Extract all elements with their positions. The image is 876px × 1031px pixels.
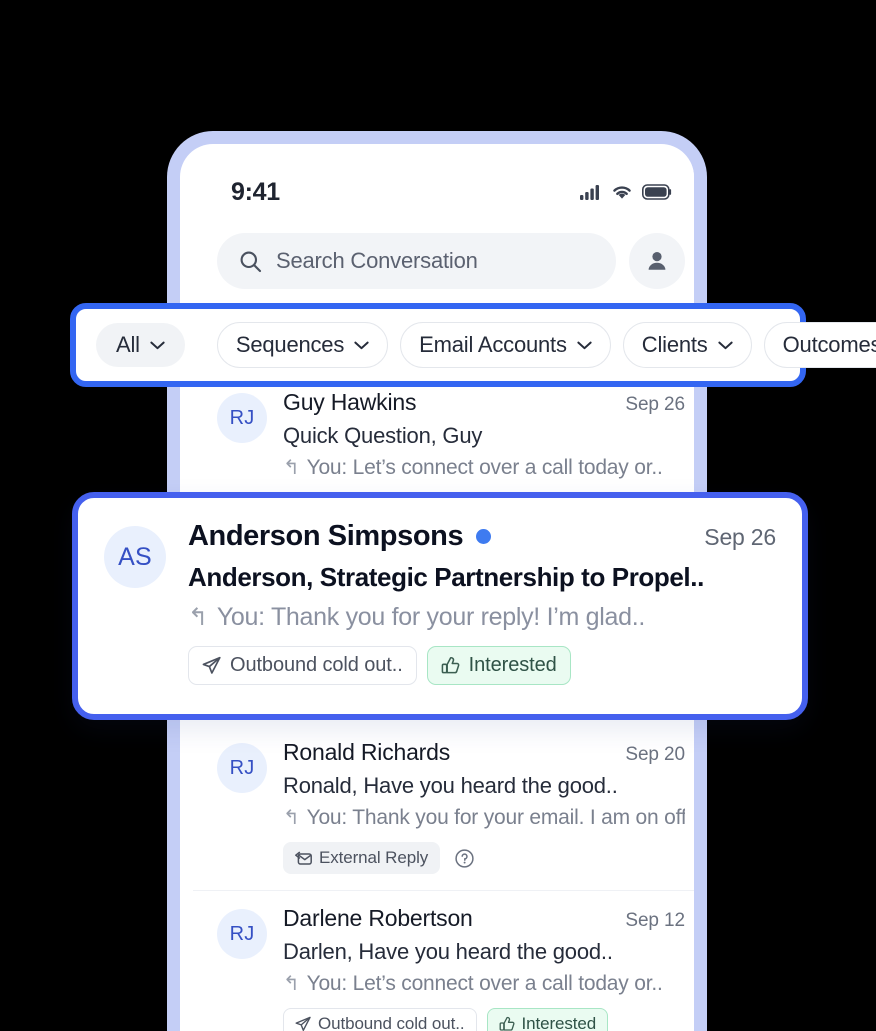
chip-label: Outbound cold out.. <box>318 1014 465 1031</box>
conversation-date: Sep 12 <box>625 910 685 931</box>
mail-reply-icon <box>295 851 312 866</box>
wifi-icon <box>611 184 633 200</box>
conversation-header: Darlene Robertson Sep 12 <box>283 905 685 932</box>
conversation-name-wrapper: Anderson Simpsons <box>188 520 492 553</box>
conversation-chips: Outbound cold out.. Interested <box>188 646 776 685</box>
conversation-preview-text: You: Let’s connect over a call today or.… <box>306 972 663 995</box>
conversation-name: Darlene Robertson <box>283 905 473 931</box>
unread-dot <box>476 529 492 544</box>
conversation-header: Anderson Simpsons Sep 26 <box>188 520 776 553</box>
conversation-preview: ↰ You: Let’s connect over a call today o… <box>283 456 685 480</box>
search-placeholder: Search Conversation <box>276 248 478 273</box>
chip-outcome[interactable]: Interested <box>486 1008 609 1031</box>
conversation-name: Anderson Simpsons <box>188 520 464 552</box>
conversation-preview: ↰ You: Thank you for your email. I am on… <box>283 806 685 830</box>
chip-label: Interested <box>521 1014 597 1031</box>
conversation-body: Darlene Robertson Sep 12 Darlen, Have yo… <box>283 905 685 1031</box>
conversation-chips: External Reply <box>283 842 685 874</box>
status-bar-icons <box>580 184 672 200</box>
conversation-preview-text: You: Let’s connect over a call today or.… <box>306 456 663 479</box>
conversation-subject: Quick Question, Guy <box>283 423 483 448</box>
filter-clients[interactable]: Clients <box>622 322 752 368</box>
chip-external-reply[interactable]: External Reply <box>283 842 441 874</box>
avatar: AS <box>104 526 166 588</box>
conversation-body: Anderson Simpsons Sep 26 Anderson, Strat… <box>188 520 776 692</box>
conversation-subject: Anderson, Strategic Partnership to Prope… <box>188 562 704 592</box>
avatar: RJ <box>217 909 267 959</box>
search-icon <box>239 250 262 273</box>
filter-label: Sequences <box>235 332 345 357</box>
search-row: Search Conversation <box>193 227 694 289</box>
chip-sequence[interactable]: Outbound cold out.. <box>283 1008 477 1031</box>
conversation-preview: ↰ You: Let’s connect over a call today o… <box>283 972 685 996</box>
chip-label: Interested <box>468 654 557 676</box>
chevron-down-icon <box>354 341 369 350</box>
filter-label: Email Accounts <box>419 332 567 357</box>
profile-button[interactable] <box>629 233 685 289</box>
filter-all-label: All <box>116 332 140 357</box>
conversation-header: Ronald Richards Sep 20 <box>283 739 685 766</box>
chip-label: Outbound cold out.. <box>230 654 403 676</box>
highlighted-conversation-card[interactable]: AS Anderson Simpsons Sep 26 Anderson, St… <box>72 492 808 720</box>
chevron-down-icon <box>718 341 733 350</box>
conversation-header: Guy Hawkins Sep 26 <box>283 389 685 416</box>
help-circle-icon[interactable] <box>454 842 475 874</box>
conversation-row[interactable]: RJ Ronald Richards Sep 20 Ronald, Have y… <box>193 725 694 891</box>
avatar: RJ <box>217 743 267 793</box>
reply-arrow-icon: ↰ <box>283 457 300 479</box>
conversation-chips: Outbound cold out.. Interested <box>283 1008 685 1031</box>
chip-label: External Reply <box>319 848 429 867</box>
conversation-preview-text: You: Thank you for your email. I am on o… <box>306 806 685 829</box>
reply-arrow-icon: ↰ <box>188 603 208 631</box>
conversation-subject: Darlen, Have you heard the good.. <box>283 939 613 964</box>
chevron-down-icon <box>150 341 165 350</box>
conversation-date: Sep 20 <box>625 744 685 765</box>
thumbs-up-icon <box>441 656 460 675</box>
chip-sequence[interactable]: Outbound cold out.. <box>188 646 417 685</box>
filter-all[interactable]: All <box>96 323 185 367</box>
chip-outcome[interactable]: Interested <box>426 646 571 685</box>
filter-label: Clients <box>641 332 708 357</box>
paper-plane-icon <box>202 656 221 675</box>
conversation-preview-text: You: Thank you for your reply! I’m glad.… <box>216 603 646 631</box>
conversation-body: Guy Hawkins Sep 26 Quick Question, Guy ↰… <box>283 389 685 480</box>
status-bar-time: 9:41 <box>231 177 280 206</box>
conversation-row[interactable]: RJ Guy Hawkins Sep 26 Quick Question, Gu… <box>193 375 694 497</box>
conversation-preview: ↰ You: Thank you for your reply! I’m gla… <box>188 603 776 632</box>
conversation-subject: Ronald, Have you heard the good.. <box>283 773 618 798</box>
conversation-date: Sep 26 <box>704 524 776 550</box>
conversation-date: Sep 26 <box>625 394 685 415</box>
conversation-name: Guy Hawkins <box>283 389 417 415</box>
conversation-row[interactable]: RJ Darlene Robertson Sep 12 Darlen, Have… <box>193 891 694 1031</box>
avatar: RJ <box>217 393 267 443</box>
filter-email-accounts[interactable]: Email Accounts <box>400 322 611 368</box>
chevron-down-icon <box>577 341 592 350</box>
filter-outcomes[interactable]: Outcomes <box>763 322 876 368</box>
conversation-name: Ronald Richards <box>283 739 451 765</box>
filter-label: Outcomes <box>782 332 876 357</box>
filter-bar: All Sequences Email Accounts Clients Out… <box>70 303 876 387</box>
search-input[interactable]: Search Conversation <box>217 233 616 289</box>
person-icon <box>644 248 670 274</box>
reply-arrow-icon: ↰ <box>283 973 300 995</box>
status-bar: 9:41 <box>193 157 694 227</box>
conversation-body: Ronald Richards Sep 20 Ronald, Have you … <box>283 739 685 874</box>
battery-icon <box>642 184 672 200</box>
filter-sequences[interactable]: Sequences <box>216 322 389 368</box>
reply-arrow-icon: ↰ <box>283 807 300 829</box>
cellular-signal-icon <box>580 184 602 200</box>
